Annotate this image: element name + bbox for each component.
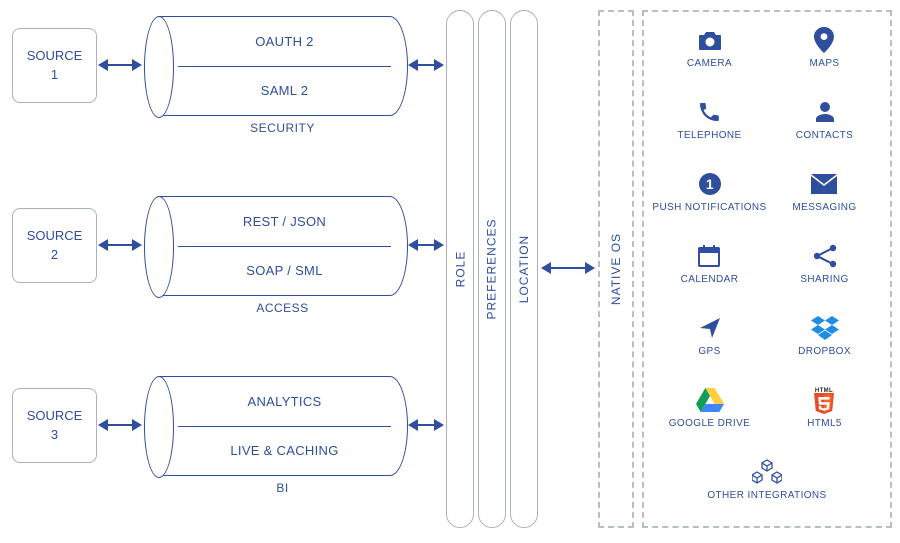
source-box-2: SOURCE2	[12, 208, 97, 283]
source-box-1: SOURCE1	[12, 28, 97, 103]
dropbox-icon	[798, 314, 851, 342]
integration-telephone: TELEPHONE	[677, 98, 741, 141]
arrow-bi-role	[410, 424, 442, 426]
access-label: ACCESS	[158, 301, 407, 315]
source-3-label: SOURCE3	[27, 407, 83, 443]
calendar-icon	[681, 242, 739, 270]
integration-contacts: CONTACTS	[796, 98, 853, 141]
integration-camera: CAMERA	[687, 26, 732, 69]
access-bottom: SOAP / SML	[178, 245, 391, 295]
envelope-icon	[792, 170, 856, 198]
bi-top: ANALYTICS	[178, 377, 391, 427]
arrow-location-nativeos	[543, 267, 593, 269]
arrow-security-role	[410, 64, 442, 66]
pill-role: ROLE	[446, 10, 474, 528]
integration-sharing: SHARING	[800, 242, 848, 285]
source-1-label: SOURCE1	[27, 47, 83, 83]
security-bottom: SAML 2	[178, 65, 391, 115]
map-pin-icon	[810, 26, 840, 54]
integration-other: OTHER INTEGRATIONS	[707, 458, 826, 501]
access-top: REST / JSON	[178, 197, 391, 247]
integration-gps: GPS	[698, 314, 722, 357]
source-2-label: SOURCE2	[27, 227, 83, 263]
share-icon	[800, 242, 848, 270]
native-os-box: NATIVE OS	[598, 10, 634, 528]
html5-icon: HTML	[807, 386, 842, 414]
user-icon	[796, 98, 853, 126]
phone-icon	[677, 98, 741, 126]
svg-text:1: 1	[705, 176, 713, 192]
arrow-source2-access	[100, 244, 140, 246]
bi-bottom: LIVE & CACHING	[178, 425, 391, 475]
arrow-source1-security	[100, 64, 140, 66]
google-drive-icon	[669, 386, 751, 414]
integration-calendar: CALENDAR	[681, 242, 739, 285]
badge-1-icon: 1	[652, 170, 766, 198]
integration-dropbox: DROPBOX	[798, 314, 851, 357]
pill-location: LOCATION	[510, 10, 538, 528]
integration-html5: HTML HTML5	[807, 386, 842, 429]
cubes-icon	[707, 458, 826, 486]
security-top: OAUTH 2	[178, 17, 391, 67]
integration-google-drive: GOOGLE DRIVE	[669, 386, 751, 429]
native-os-label: NATIVE OS	[609, 233, 623, 305]
integration-maps: MAPS	[810, 26, 840, 69]
arrow-access-role	[410, 244, 442, 246]
source-box-3: SOURCE3	[12, 388, 97, 463]
security-label: SECURITY	[158, 121, 407, 135]
cylinder-security: OAUTH 2 SAML 2 SECURITY	[158, 16, 408, 116]
bi-label: BI	[158, 481, 407, 495]
architecture-diagram: SOURCE1 SOURCE2 SOURCE3 OAUTH 2 SAML 2 S…	[0, 0, 900, 543]
integrations-box: CAMERA MAPS TELEPHONE CONTACTS	[642, 10, 892, 528]
integration-push-notifications: 1 PUSH NOTIFICATIONS	[652, 170, 766, 213]
camera-icon	[687, 26, 732, 54]
integration-messaging: MESSAGING	[792, 170, 856, 213]
cylinder-bi: ANALYTICS LIVE & CACHING BI	[158, 376, 408, 476]
arrow-source3-bi	[100, 424, 140, 426]
location-arrow-icon	[698, 314, 722, 342]
pill-preferences: PREFERENCES	[478, 10, 506, 528]
cylinder-access: REST / JSON SOAP / SML ACCESS	[158, 196, 408, 296]
